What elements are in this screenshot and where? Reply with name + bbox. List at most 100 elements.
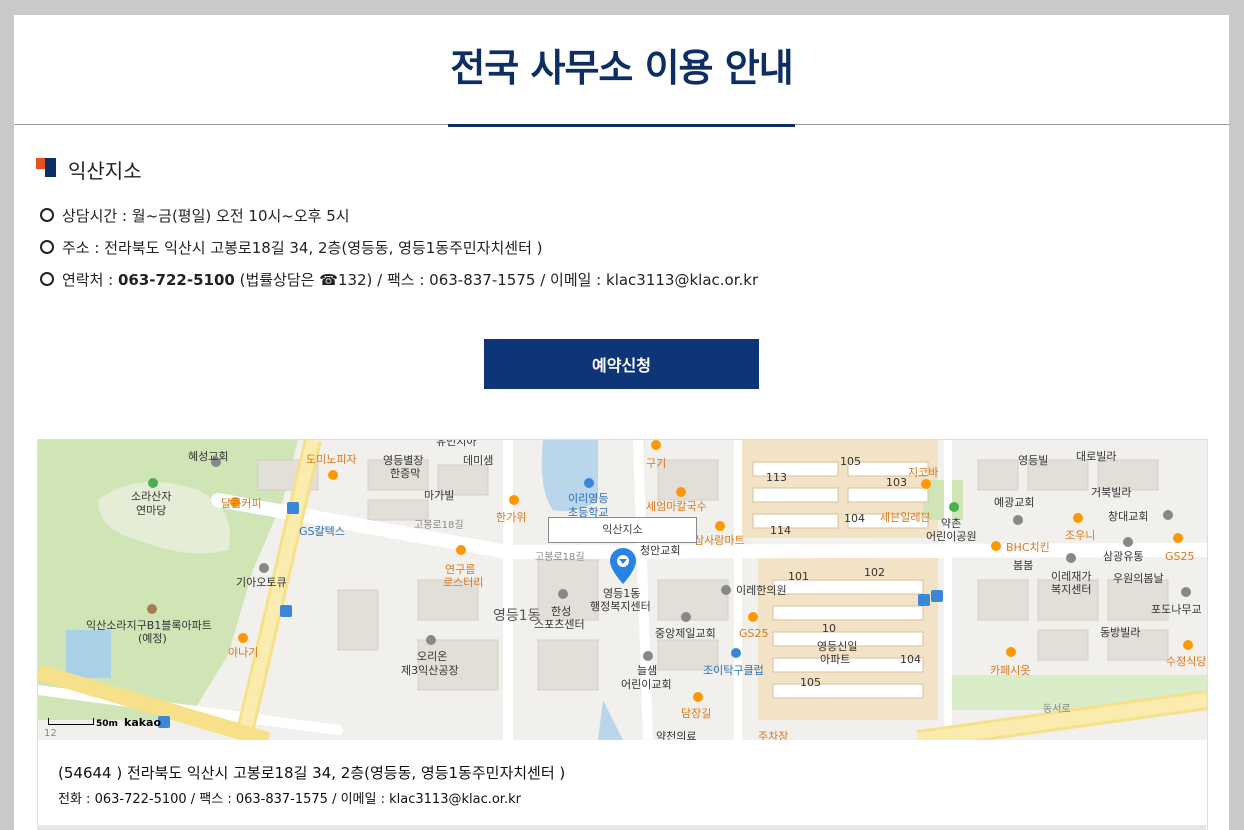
map-label: 우원의봄날 (1113, 572, 1164, 585)
map-label: 103 (886, 476, 907, 489)
map-label: 한증막 (390, 467, 420, 480)
map-label: 한가위 (496, 511, 526, 524)
map-label: 세븐일레븐 (880, 510, 931, 524)
map-label: 연마당 (136, 504, 166, 517)
map-label: 담장길 (681, 707, 711, 720)
map-label: 영등1동 (603, 587, 640, 600)
map-label: 지코바 (908, 466, 938, 479)
map-address-box: (54644 ) 전라북도 익산시 고봉로18길 34, 2층(영등동, 영등1… (37, 740, 1208, 830)
map-label: 고봉로18길 (414, 518, 464, 531)
bottom-strip (37, 825, 1206, 830)
map-label: 12 (44, 728, 57, 739)
map-label: 도미노피자 (306, 453, 357, 466)
map-label: 중앙제일교회 (655, 626, 716, 640)
contact-details: (법률상담은 ☎132) / 팩스 : 063-837-1575 / 이메일 :… (234, 271, 759, 289)
map-label: 포도나무교 (1151, 603, 1202, 616)
map-label: 로스터리 (443, 576, 483, 589)
map-label: 구기 (646, 457, 666, 470)
map-label: GS25 (1165, 550, 1195, 563)
map-label: 달콤커피 (221, 497, 261, 510)
map-label: 봄봄 (1013, 559, 1033, 572)
map-label: 104 (900, 653, 921, 666)
buildings (257, 459, 1169, 691)
map-label: 소라산자 (131, 490, 171, 503)
map-label: GS25 (739, 627, 769, 640)
map-label: 이레재가 (1051, 570, 1091, 583)
circle-bullet-icon (40, 272, 54, 286)
map-label: 늘샘 (637, 664, 657, 677)
map-label: 이레한의원 (736, 584, 787, 597)
hours-text: 상담시간 : 월~금(평일) 오전 10시~오후 5시 (62, 207, 350, 225)
map-label: 거북빌라 (1091, 486, 1131, 499)
reserve-button[interactable]: 예약신청 (484, 339, 759, 389)
map-label: 삼광유통 (1103, 550, 1143, 563)
pond (66, 630, 111, 678)
map-label: 114 (770, 524, 791, 537)
kakao-logo[interactable]: kakao (124, 716, 161, 729)
map-label: 세엄마칼국수 (646, 500, 707, 513)
map-label: 수정식당 (1166, 655, 1206, 668)
map-label: 유민지아 (436, 440, 476, 448)
map-label: 113 (766, 471, 787, 484)
map-label: 고봉로18길 (535, 550, 585, 563)
map-scale-bar (48, 718, 94, 725)
map-label: 기아오토큐 (236, 576, 287, 589)
map-label: 예광교회 (994, 496, 1034, 509)
map-label: 아파트 (820, 653, 850, 666)
location-pin-icon[interactable] (610, 548, 636, 584)
map-label: 스포츠센터 (534, 618, 585, 631)
page-title: 전국 사무소 이용 안내 (450, 46, 793, 90)
map-label: 마가빌 (424, 489, 454, 502)
map-label: 105 (840, 455, 861, 468)
map-label: (예정) (138, 632, 167, 645)
map-label: 오리온 (417, 650, 447, 663)
map-label: 청안교회 (640, 544, 680, 557)
map-label: 데미샘 (463, 454, 493, 467)
map-label: 영등신일 (817, 639, 857, 653)
map-label: 어린이교회 (621, 678, 672, 691)
map-label: 주차장 (758, 730, 788, 740)
map-label: 복지센터 (1051, 583, 1091, 596)
office-name: 익산지소 (68, 159, 142, 183)
title-underline (448, 124, 795, 127)
map-label: 영등별장 (383, 454, 423, 467)
map-label: GS칼텍스 (299, 525, 345, 538)
map-label: 영등빌 (1018, 454, 1048, 467)
map-contact: 전화 : 063-722-5100 / 팩스 : 063-837-1575 / … (58, 792, 521, 807)
map-label: 어린이공원 (926, 530, 977, 543)
map-label: 동방빌라 (1100, 626, 1140, 639)
map-label: 조이탁구클럽 (703, 663, 764, 677)
map-address: (54644 ) 전라북도 익산시 고봉로18길 34, 2층(영등동, 영등1… (58, 764, 566, 782)
map-label: 야나기 (228, 646, 258, 659)
map-label: 10 (822, 622, 836, 635)
map-label: 익산소라지구B1블록아파트 (86, 619, 212, 632)
office-info-card: 전국 사무소 이용 안내 익산지소 상담시간 : 월~금(평일) 오전 10시~… (14, 15, 1229, 830)
map-label: 약천의료 (656, 729, 696, 740)
map-label: 이리영등 (568, 492, 608, 505)
map-label: 혜성교회 (188, 450, 228, 463)
map-label: 동서로 (1043, 703, 1071, 715)
map-label: BHC치킨 (1006, 541, 1050, 554)
circle-bullet-icon (40, 208, 54, 222)
map-view[interactable]: 혜성교회 도미노피자 영등별장 한증막 데미샘 유민지아 마가빌 소라산자 연마… (37, 439, 1208, 741)
map-label: 제3익산공장 (401, 664, 459, 677)
map-canvas[interactable]: 혜성교회 도미노피자 영등별장 한증막 데미샘 유민지아 마가빌 소라산자 연마… (38, 440, 1207, 740)
map-label: 101 (788, 570, 809, 583)
map-scale-label: 50m (96, 719, 118, 729)
map-label: 약촌 (941, 516, 961, 530)
map-label: 삼사랑마트 (694, 534, 745, 547)
section-marker-icon-blue (45, 158, 56, 177)
map-label: 연구름 (445, 563, 475, 576)
map-label: 행정복지센터 (590, 600, 651, 613)
map-label: 104 (844, 512, 865, 525)
map-label: 대로빌라 (1076, 450, 1116, 463)
map-label: 카페시옷 (990, 664, 1030, 677)
map-label: 창대교회 (1108, 510, 1148, 523)
map-label: 102 (864, 566, 885, 579)
contact-prefix: 연락처 : (62, 271, 118, 289)
map-label: 한성 (551, 605, 571, 618)
pin-tooltip[interactable]: 익산지소 (548, 517, 697, 543)
map-label: 조우니 (1065, 529, 1095, 542)
phone-number: 063-722-5100 (118, 271, 235, 289)
circle-bullet-icon (40, 240, 54, 254)
